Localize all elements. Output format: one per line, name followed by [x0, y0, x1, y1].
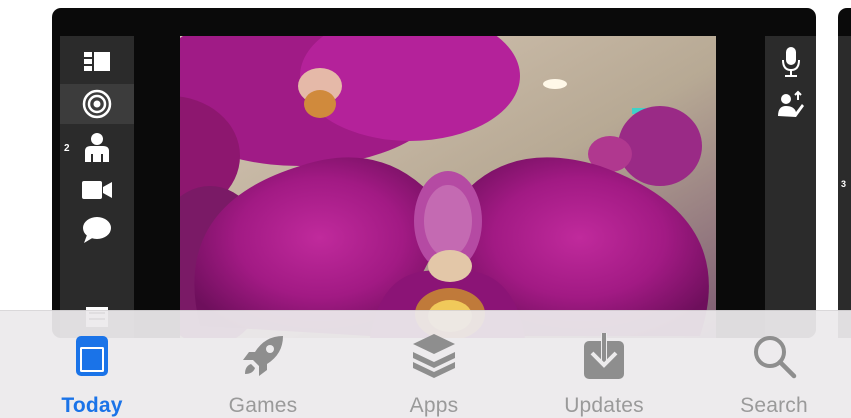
tab-search[interactable]: Search — [714, 311, 834, 418]
next-screenshot-card[interactable]: 3 — [838, 8, 851, 338]
tab-label: Today — [61, 394, 123, 417]
tab-label: Search — [740, 394, 808, 417]
app-store-today-screen: 2 3 Today Games Apps Updates Search — [0, 0, 851, 418]
tab-today[interactable]: Today — [32, 311, 152, 418]
orchid-image — [180, 36, 716, 338]
person-icon — [85, 133, 109, 162]
next-card-toolbar: 3 — [838, 36, 851, 338]
tool-badge: 2 — [64, 142, 70, 154]
tool-target[interactable] — [60, 84, 134, 124]
tool-video[interactable] — [60, 170, 134, 210]
download-tray-icon — [574, 329, 634, 383]
tool-layout[interactable] — [60, 42, 134, 82]
screenshot-card[interactable]: 2 — [52, 8, 816, 338]
layout-icon — [84, 52, 110, 71]
left-toolbar: 2 — [60, 36, 134, 338]
tab-games[interactable]: Games — [203, 311, 323, 418]
layers-icon — [404, 329, 464, 383]
right-toolbar — [765, 36, 816, 338]
tab-label: Apps — [409, 394, 459, 417]
next-card-badge: 3 — [841, 179, 847, 189]
rocket-icon — [233, 329, 293, 383]
tab-apps[interactable]: Apps — [374, 311, 494, 418]
today-icon — [62, 329, 122, 383]
tab-bar: Today Games Apps Updates Search — [0, 310, 851, 418]
tab-updates[interactable]: Updates — [544, 311, 664, 418]
tab-label: Updates — [564, 394, 644, 417]
gesture-hand-icon — [777, 90, 804, 117]
magnifier-icon — [744, 329, 804, 383]
speech-bubble-icon — [83, 217, 111, 243]
tool-person[interactable]: 2 — [60, 128, 134, 168]
video-camera-icon — [82, 181, 112, 199]
tool-gesture[interactable] — [765, 84, 816, 124]
tab-label: Games — [228, 394, 298, 417]
orchid-photo — [180, 36, 716, 338]
tool-chat[interactable] — [60, 210, 134, 250]
tool-microphone[interactable] — [765, 42, 816, 82]
microphone-icon — [781, 47, 800, 77]
target-icon — [82, 89, 112, 119]
